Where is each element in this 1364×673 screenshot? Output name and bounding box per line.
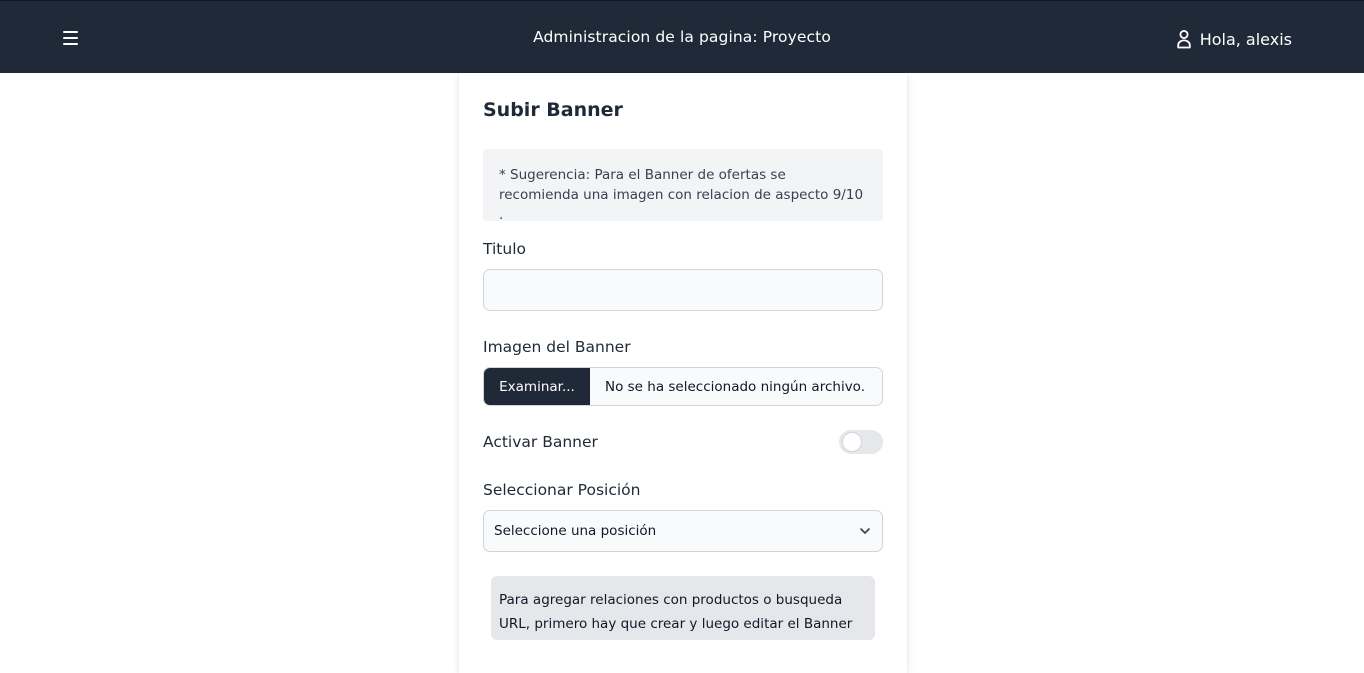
user-greeting: Hola, alexis <box>1199 29 1292 49</box>
relations-note: Para agregar relaciones con productos o … <box>491 576 875 640</box>
activate-banner-label: Activar Banner <box>483 433 598 451</box>
titulo-label: Titulo <box>483 240 526 258</box>
user-menu[interactable]: Hola, alexis <box>1176 27 1292 51</box>
page-title: Administracion de la pagina: Proyecto <box>533 28 831 46</box>
position-select-value: Seleccione una posición <box>494 523 657 539</box>
card-title: Subir Banner <box>483 99 623 121</box>
aspect-ratio-hint: * Sugerencia: Para el Banner de ofertas … <box>483 149 883 223</box>
banner-image-label: Imagen del Banner <box>483 338 631 356</box>
position-select[interactable]: Seleccione una posición <box>483 510 883 552</box>
banner-image-file-input[interactable]: Examinar... No se ha seleccionado ningún… <box>483 367 883 406</box>
file-status-text: No se ha seleccionado ningún archivo. <box>605 378 865 395</box>
titulo-input[interactable] <box>483 269 883 311</box>
chevron-down-icon <box>860 528 870 534</box>
browse-button[interactable]: Examinar... <box>484 368 590 405</box>
upload-banner-card: Subir Banner * Sugerencia: Para el Banne… <box>459 73 907 673</box>
user-icon <box>1176 30 1191 49</box>
top-navbar: Administracion de la pagina: Proyecto Ho… <box>0 0 1364 73</box>
activate-banner-toggle[interactable] <box>839 430 883 454</box>
position-label: Seleccionar Posición <box>483 481 641 499</box>
toggle-knob <box>842 432 862 452</box>
